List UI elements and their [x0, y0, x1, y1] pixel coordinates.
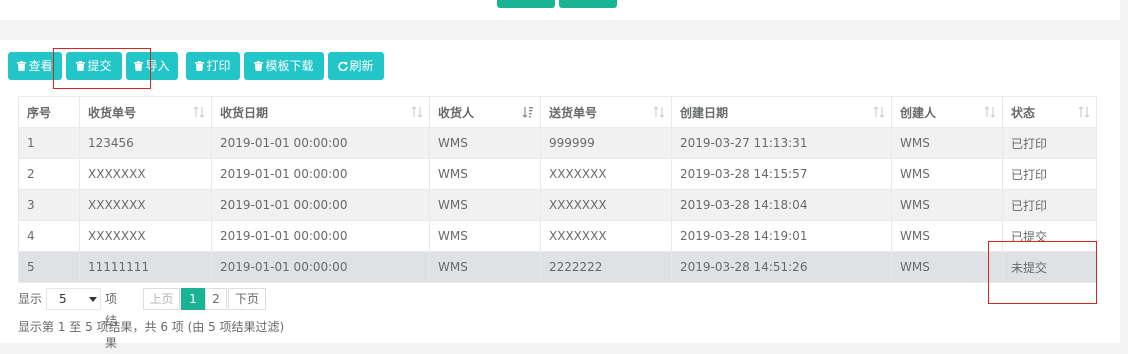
table-header-row: 序号 收货单号 收货日期 收货人 送货单号 创建日期 创建人 状态	[18, 96, 1097, 128]
prev-page-button[interactable]: 上页	[143, 288, 180, 310]
table-cell: 2019-03-28 14:51:26	[671, 251, 892, 283]
col-header-status[interactable]: 状态	[1002, 96, 1097, 128]
table-cell: 999999	[540, 127, 672, 159]
table-cell: 2222222	[540, 251, 672, 283]
top-action-button-2[interactable]	[559, 0, 617, 8]
table-cell: 2019-01-01 00:00:00	[211, 251, 430, 283]
top-panel	[0, 0, 1120, 20]
sort-both-icon	[984, 106, 996, 118]
table-cell: 已提交	[1002, 220, 1097, 252]
page-gutter	[1120, 0, 1128, 343]
table-cell: WMS	[891, 220, 1003, 252]
table-cell: WMS	[429, 127, 541, 159]
page-length-select[interactable]: 5	[46, 288, 101, 310]
trash-icon	[17, 61, 27, 71]
col-header-receipt-date[interactable]: 收货日期	[211, 96, 430, 128]
sort-both-icon	[873, 106, 885, 118]
table-cell: WMS	[891, 158, 1003, 190]
table-cell: XXXXXXX	[79, 158, 212, 190]
col-header-receiver[interactable]: 收货人	[429, 96, 541, 128]
import-button[interactable]: 导入	[126, 52, 178, 80]
table-cell: XXXXXXX	[540, 189, 672, 221]
table-cell: XXXXXXX	[79, 189, 212, 221]
table-cell: 2019-01-01 00:00:00	[211, 189, 430, 221]
refresh-icon	[338, 61, 349, 71]
next-page-button[interactable]: 下页	[228, 288, 266, 310]
table-row[interactable]: 2 XXXXXXX 2019-01-01 00:00:00 WMS XXXXXX…	[18, 158, 1097, 190]
table-cell: 123456	[79, 127, 212, 159]
table-row-selected[interactable]: 5 11111111 2019-01-01 00:00:00 WMS 22222…	[18, 251, 1097, 283]
top-action-button-1[interactable]	[497, 0, 555, 8]
show-label: 显示	[18, 292, 43, 306]
table-cell: 2019-03-28 14:15:57	[671, 158, 892, 190]
table-cell: 2019-01-01 00:00:00	[211, 127, 430, 159]
table-cell: 2019-01-01 00:00:00	[211, 158, 430, 190]
table-cell: WMS	[429, 158, 541, 190]
col-header-delivery-no[interactable]: 送货单号	[540, 96, 672, 128]
sort-both-icon	[193, 106, 205, 118]
table-cell: 3	[18, 189, 80, 221]
table-cell: 5	[18, 251, 80, 283]
sort-desc-icon	[522, 106, 534, 118]
print-button[interactable]: 打印	[186, 52, 240, 80]
page-2-button[interactable]: 2	[205, 288, 227, 310]
table-row[interactable]: 3 XXXXXXX 2019-01-01 00:00:00 WMS XXXXXX…	[18, 189, 1097, 221]
table-cell: 2019-01-01 00:00:00	[211, 220, 430, 252]
table-cell: 未提交	[1002, 251, 1097, 283]
table-cell: 2	[18, 158, 80, 190]
page-1-button[interactable]: 1	[181, 288, 205, 310]
sort-both-icon	[1078, 106, 1090, 118]
table-cell: 2019-03-28 14:18:04	[671, 189, 892, 221]
table-cell: 1	[18, 127, 80, 159]
table-cell: 已打印	[1002, 189, 1097, 221]
table-cell: 已打印	[1002, 127, 1097, 159]
receipt-table: 序号 收货单号 收货日期 收货人 送货单号 创建日期 创建人 状态 1 1234…	[18, 96, 1097, 283]
table-cell: 已打印	[1002, 158, 1097, 190]
table-cell: 2019-03-27 11:13:31	[671, 127, 892, 159]
col-header-create-date[interactable]: 创建日期	[671, 96, 892, 128]
table-cell: 11111111	[79, 251, 212, 283]
refresh-button[interactable]: 刷新	[328, 52, 384, 80]
sort-both-icon	[411, 106, 423, 118]
sort-both-icon	[653, 106, 665, 118]
col-header-creator[interactable]: 创建人	[891, 96, 1003, 128]
table-cell: XXXXXXX	[540, 220, 672, 252]
col-header-index[interactable]: 序号	[18, 96, 80, 128]
template-download-button[interactable]: 模板下载	[244, 52, 324, 80]
table-cell: 4	[18, 220, 80, 252]
trash-icon	[76, 61, 86, 71]
table-cell: WMS	[891, 251, 1003, 283]
view-button[interactable]: 查看	[8, 52, 62, 80]
table-cell: 2019-03-28 14:19:01	[671, 220, 892, 252]
table-info: 显示第 1 至 5 项结果，共 6 项 (由 5 项结果过滤)	[18, 320, 285, 334]
table-row[interactable]: 1 123456 2019-01-01 00:00:00 WMS 999999 …	[18, 127, 1097, 159]
table-cell: WMS	[429, 189, 541, 221]
table-cell: WMS	[429, 220, 541, 252]
table-cell: XXXXXXX	[540, 158, 672, 190]
trash-icon	[195, 61, 205, 71]
table-cell: XXXXXXX	[79, 220, 212, 252]
col-header-receipt-no[interactable]: 收货单号	[79, 96, 212, 128]
page-length-control: 显示 5 项结果	[18, 288, 117, 350]
table-row[interactable]: 4 XXXXXXX 2019-01-01 00:00:00 WMS XXXXXX…	[18, 220, 1097, 252]
trash-icon	[134, 61, 144, 71]
table-cell: WMS	[891, 127, 1003, 159]
chevron-down-icon	[89, 297, 97, 302]
table-cell: WMS	[429, 251, 541, 283]
table-cell: WMS	[891, 189, 1003, 221]
trash-icon	[254, 61, 264, 71]
submit-button[interactable]: 提交	[66, 52, 122, 80]
